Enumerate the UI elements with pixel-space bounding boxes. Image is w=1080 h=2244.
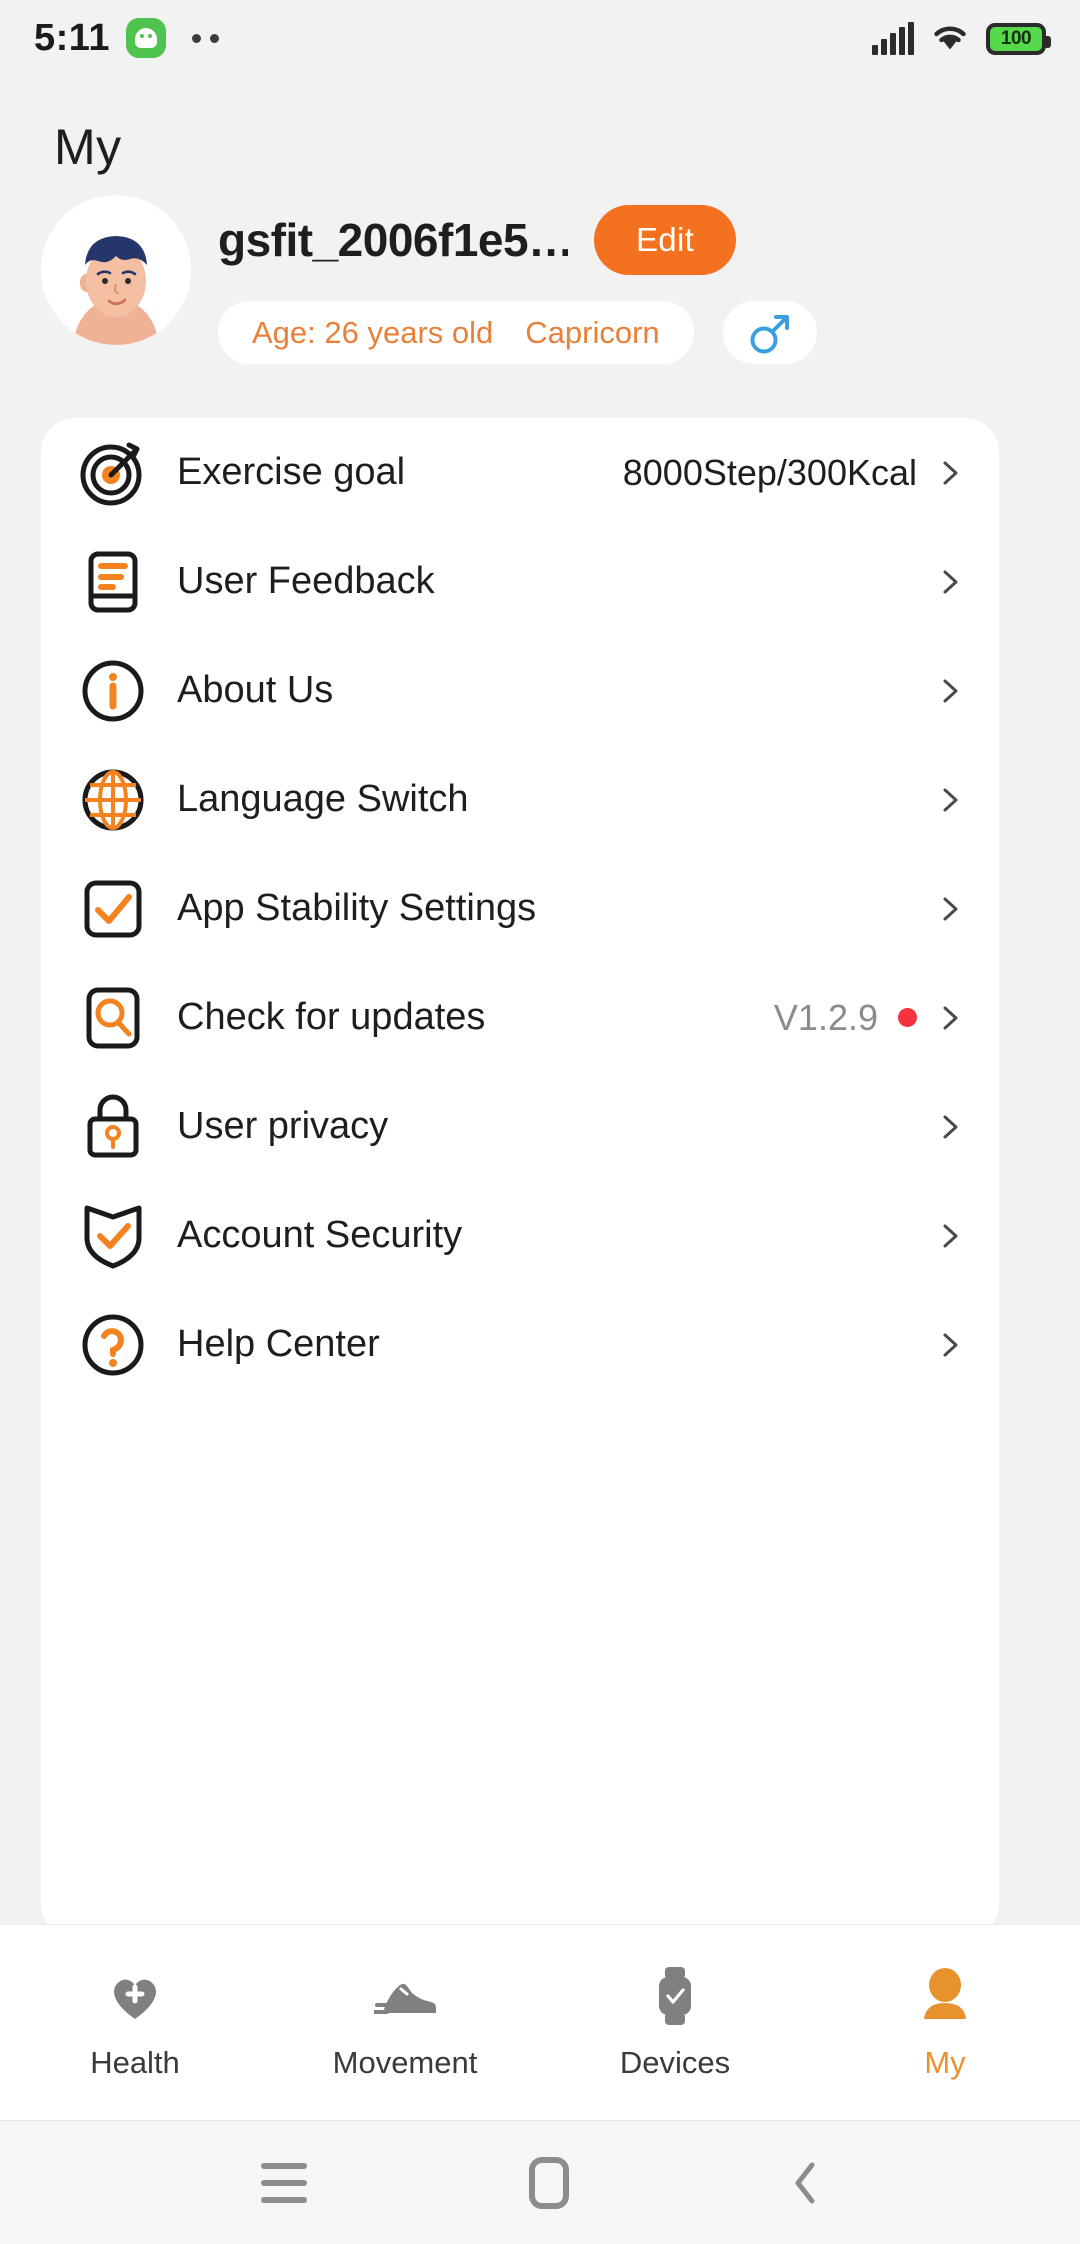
edit-profile-button[interactable]: Edit [594, 205, 736, 275]
app-screen: 5:11 100 My [0, 0, 1080, 2244]
settings-menu: Exercise goal8000Step/300Kcal User Feedb… [41, 418, 999, 1399]
menu-item-value: 8000Step/300Kcal [623, 452, 917, 494]
profile-badges: Age: 26 years old Capricorn [218, 301, 1080, 364]
health-heart-icon [106, 1965, 164, 2027]
menu-item-exercise-goal[interactable]: Exercise goal8000Step/300Kcal [77, 418, 963, 527]
profile-name-row: gsfit_2006f1e5… Edit [218, 205, 1080, 275]
chevron-right-icon [937, 1332, 963, 1358]
menu-item-about-us[interactable]: About Us [77, 636, 963, 745]
update-badge-dot [898, 1008, 917, 1027]
age-text: Age: 26 years old [252, 315, 493, 351]
profile-section: gsfit_2006f1e5… Edit Age: 26 years old C… [0, 195, 1080, 410]
cellular-signal-icon [872, 23, 914, 55]
info-icon [77, 655, 149, 727]
feedback-icon [77, 546, 149, 618]
menu-item-user-privacy[interactable]: User privacy [77, 1072, 963, 1181]
person-icon [918, 1965, 972, 2027]
age-zodiac-badge: Age: 26 years old Capricorn [218, 301, 694, 364]
android-navigation-bar [0, 2120, 1080, 2244]
menu-item-help-center[interactable]: Help Center [77, 1290, 963, 1399]
status-bar-indicators: 100 [872, 21, 1046, 55]
battery-level: 100 [1001, 28, 1031, 50]
zodiac-text: Capricorn [525, 315, 659, 351]
menu-item-trailing [937, 787, 963, 813]
menu-item-label: Check for updates [177, 995, 774, 1040]
shield-icon [77, 1200, 149, 1272]
menu-item-label: Exercise goal [177, 450, 623, 495]
chevron-right-icon [937, 569, 963, 595]
tab-health[interactable]: Health [0, 1965, 270, 2081]
tab-my[interactable]: My [810, 1965, 1080, 2081]
checkbox-icon [77, 873, 149, 945]
shoe-icon [374, 1965, 436, 2027]
chevron-right-icon [937, 678, 963, 704]
menu-item-check-for-updates[interactable]: Check for updatesV1.2.9 [77, 963, 963, 1072]
menu-item-trailing [937, 1332, 963, 1358]
menu-item-trailing: V1.2.9 [774, 997, 963, 1039]
tab-movement[interactable]: Movement [270, 1965, 540, 2081]
menu-item-app-stability-settings[interactable]: App Stability Settings [77, 854, 963, 963]
avatar[interactable] [41, 195, 191, 345]
menu-item-trailing [937, 1223, 963, 1249]
male-gender-icon [747, 310, 793, 356]
search-icon [77, 982, 149, 1054]
battery-icon: 100 [986, 23, 1046, 55]
menu-item-label: Help Center [177, 1322, 937, 1367]
android-app-icon [126, 18, 166, 58]
username: gsfit_2006f1e5… [218, 213, 568, 267]
question-icon [77, 1309, 149, 1381]
home-icon[interactable] [529, 2157, 569, 2209]
status-bar-dots [192, 34, 219, 43]
menu-item-trailing: 8000Step/300Kcal [623, 452, 963, 494]
bottom-navigation: Health Movement Devices My [0, 1924, 1080, 2120]
chevron-right-icon [937, 460, 963, 486]
tab-label: My [924, 2045, 965, 2081]
menu-item-value: V1.2.9 [774, 997, 878, 1039]
menu-item-account-security[interactable]: Account Security [77, 1181, 963, 1290]
settings-card: Exercise goal8000Step/300Kcal User Feedb… [41, 418, 999, 1938]
status-bar: 5:11 100 [0, 0, 1080, 76]
menu-item-trailing [937, 1114, 963, 1140]
menu-item-trailing [937, 678, 963, 704]
menu-item-label: Language Switch [177, 777, 937, 822]
chevron-right-icon [937, 1005, 963, 1031]
wifi-icon [930, 21, 970, 55]
watch-icon [652, 1965, 698, 2027]
chevron-right-icon [937, 787, 963, 813]
chevron-right-icon [937, 1223, 963, 1249]
menu-item-user-feedback[interactable]: User Feedback [77, 527, 963, 636]
menu-item-label: User Feedback [177, 559, 937, 604]
globe-icon [77, 764, 149, 836]
tab-devices[interactable]: Devices [540, 1965, 810, 2081]
target-icon [77, 437, 149, 509]
gender-badge [723, 301, 817, 364]
menu-item-label: User privacy [177, 1104, 937, 1149]
recents-icon[interactable] [261, 2163, 307, 2203]
menu-item-trailing [937, 896, 963, 922]
menu-item-trailing [937, 569, 963, 595]
menu-item-language-switch[interactable]: Language Switch [77, 745, 963, 854]
tab-label: Devices [620, 2045, 730, 2081]
tab-label: Health [90, 2045, 180, 2081]
menu-item-label: Account Security [177, 1213, 937, 1258]
page-title: My [54, 118, 122, 176]
status-bar-time: 5:11 [34, 17, 110, 60]
chevron-right-icon [937, 1114, 963, 1140]
back-icon[interactable] [791, 2160, 819, 2206]
profile-details: gsfit_2006f1e5… Edit Age: 26 years old C… [218, 205, 1080, 364]
lock-icon [77, 1091, 149, 1163]
chevron-right-icon [937, 896, 963, 922]
menu-item-label: App Stability Settings [177, 886, 937, 931]
tab-label: Movement [333, 2045, 478, 2081]
menu-item-label: About Us [177, 668, 937, 713]
